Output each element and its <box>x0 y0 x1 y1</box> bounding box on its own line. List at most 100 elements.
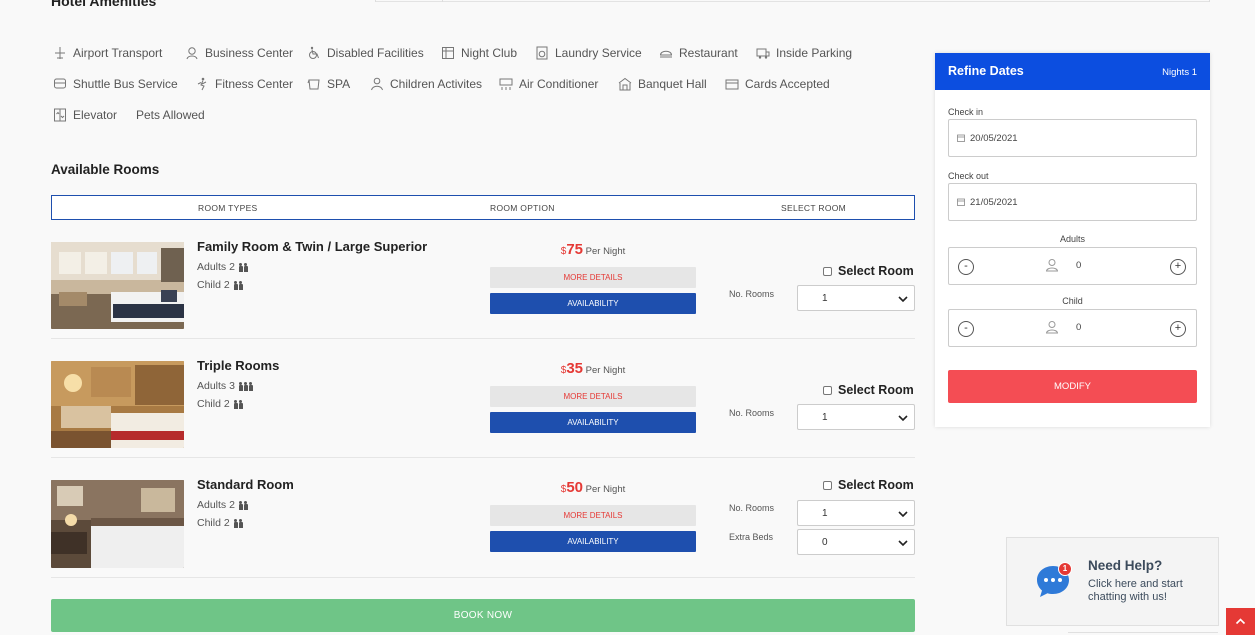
price-amount: 35 <box>566 360 583 377</box>
person-icon <box>243 500 248 510</box>
extra-beds-select[interactable]: 0 <box>797 529 915 555</box>
availability-button[interactable]: AVAILABILITY <box>490 531 696 552</box>
select-room-label: Select Room <box>838 264 914 278</box>
adults-count: Adults 3 <box>197 380 235 392</box>
room-name[interactable]: Family Room & Twin / Large Superior <box>197 239 427 254</box>
room-price: $50 Per Night <box>490 479 696 496</box>
room-photo[interactable] <box>51 361 184 448</box>
room-children: Child 2 <box>197 279 243 291</box>
nights-count: Nights 1 <box>1162 67 1197 78</box>
chevron-down-icon <box>898 511 908 518</box>
tab-divider <box>442 0 443 2</box>
more-details-button[interactable]: MORE DETAILS <box>490 267 696 288</box>
person-icon <box>238 381 243 391</box>
header-select-room: SELECT ROOM <box>781 203 847 213</box>
header-room-option: ROOM OPTION <box>490 203 555 213</box>
checkin-label: Check in <box>948 107 984 117</box>
chevron-down-icon <box>898 415 908 422</box>
adults-value: 0 <box>1076 260 1082 271</box>
amenity-item: Business Center <box>185 44 293 62</box>
amenity-label: Shuttle Bus Service <box>73 77 178 91</box>
amenity-label: Cards Accepted <box>745 77 830 91</box>
room-price: $75 Per Night <box>490 241 696 258</box>
child-count: Child 2 <box>197 279 230 291</box>
user-icon <box>1045 259 1059 272</box>
child-icons <box>233 280 243 290</box>
person-icon <box>243 262 248 272</box>
airplane-icon <box>53 46 67 60</box>
laundry-icon <box>535 46 549 60</box>
select-room-checkbox[interactable]: Select Room <box>823 264 914 278</box>
price-unit: Per Night <box>585 365 626 376</box>
checkbox[interactable] <box>823 480 832 490</box>
amenity-label: Disabled Facilities <box>327 46 424 60</box>
person-icon <box>238 500 243 510</box>
select-value: 1 <box>822 508 828 519</box>
amenity-label: Airport Transport <box>73 46 163 60</box>
checkbox[interactable] <box>823 266 832 276</box>
child-label: Child <box>1062 296 1083 306</box>
select-room-checkbox[interactable]: Select Room <box>823 383 914 397</box>
banquet-hall-icon <box>618 77 632 91</box>
price-amount: 75 <box>566 241 583 258</box>
checkbox[interactable] <box>823 385 832 395</box>
child-count: Child 2 <box>197 517 230 529</box>
room-children: Child 2 <box>197 517 243 529</box>
adults-label: Adults <box>1059 234 1085 244</box>
top-tab-bar <box>0 0 1255 2</box>
amenity-label: Pets Allowed <box>136 108 205 122</box>
person-icon <box>238 399 243 409</box>
wheelchair-icon <box>307 46 321 60</box>
refine-dates-panel: Refine Dates Nights 1 Check in 20/05/202… <box>935 53 1210 427</box>
credit-card-icon <box>725 77 739 91</box>
tab-divider <box>375 0 376 2</box>
no-rooms-label: No. Rooms <box>729 408 775 418</box>
select-value: 0 <box>822 537 828 548</box>
book-now-button[interactable]: BOOK NOW <box>51 599 915 632</box>
adult-icons <box>238 381 253 391</box>
child-stepper: - 0 + <box>948 309 1197 347</box>
amenity-item: Airport Transport <box>53 44 162 62</box>
checkin-value: 20/05/2021 <box>970 133 1018 144</box>
more-details-button[interactable]: MORE DETAILS <box>490 505 696 526</box>
room-photo[interactable] <box>51 242 184 329</box>
availability-button[interactable]: AVAILABILITY <box>490 293 696 314</box>
room-photo[interactable] <box>51 480 184 568</box>
amenity-label: Night Club <box>461 46 518 60</box>
checkout-value: 21/05/2021 <box>970 197 1018 208</box>
modify-button[interactable]: MODIFY <box>948 370 1197 403</box>
more-details-button[interactable]: MORE DETAILS <box>490 386 696 407</box>
room-name[interactable]: Triple Rooms <box>197 358 279 373</box>
availability-button[interactable]: AVAILABILITY <box>490 412 696 433</box>
top-tab-underline <box>375 0 1210 2</box>
select-room-label: Select Room <box>838 478 914 492</box>
elevator-icon <box>53 108 67 122</box>
adults-increment-button[interactable]: + <box>1170 259 1186 275</box>
amenity-label: SPA <box>327 77 351 91</box>
checkout-input[interactable]: 21/05/2021 <box>948 183 1197 221</box>
no-rooms-select[interactable]: 1 <box>797 285 915 311</box>
room-name[interactable]: Standard Room <box>197 477 294 492</box>
person-icon <box>233 518 238 528</box>
child-decrement-button[interactable]: - <box>958 321 974 337</box>
adults-stepper: - 0 + <box>948 247 1197 285</box>
checkout-label: Check out <box>948 171 989 181</box>
amenity-item: Disabled Facilities <box>307 44 424 62</box>
scroll-to-top-button[interactable] <box>1226 608 1255 635</box>
calendar-icon <box>957 198 965 206</box>
no-rooms-select[interactable]: 1 <box>797 500 915 526</box>
chevron-down-icon <box>898 296 908 303</box>
child-increment-button[interactable]: + <box>1170 321 1186 337</box>
checkin-input[interactable]: 20/05/2021 <box>948 119 1197 157</box>
amenity-label: Laundry Service <box>555 46 642 60</box>
person-icon <box>238 518 243 528</box>
chevron-down-icon <box>898 540 908 547</box>
no-rooms-select[interactable]: 1 <box>797 404 915 430</box>
amenity-item: SPA <box>307 75 350 93</box>
children-icon <box>370 77 384 91</box>
chat-help-widget[interactable]: 1 Need Help? Click here and start chatti… <box>1006 537 1219 626</box>
notification-badge: 1 <box>1058 562 1072 576</box>
adults-decrement-button[interactable]: - <box>958 259 974 275</box>
amenity-item: Restaurant <box>659 44 738 62</box>
select-room-checkbox[interactable]: Select Room <box>823 478 914 492</box>
